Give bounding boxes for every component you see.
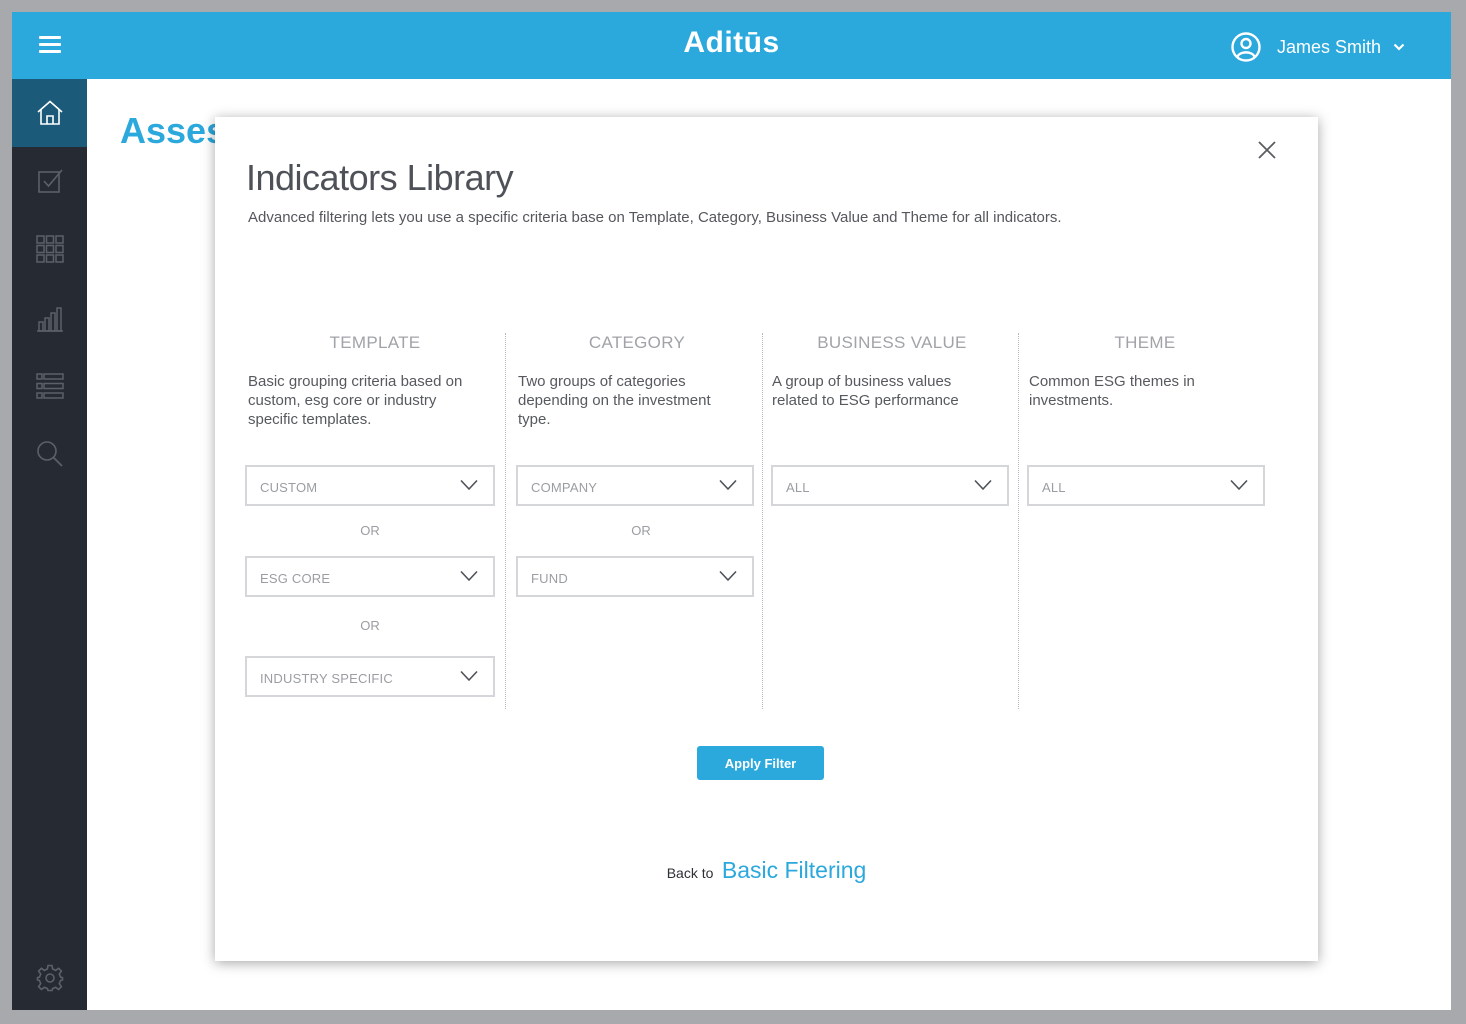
indicators-library-modal: Indicators Library Advanced filtering le… — [215, 117, 1318, 961]
modal-subtitle: Advanced filtering lets you use a specif… — [248, 209, 1062, 226]
sidebar-item-grid[interactable] — [12, 215, 87, 283]
or-label: OR — [631, 523, 651, 538]
basic-filtering-link[interactable]: Basic Filtering — [722, 857, 866, 883]
template-description: Basic grouping criteria based on custom,… — [248, 373, 463, 428]
sidebar — [12, 79, 87, 1010]
select-value: ESG CORE — [260, 571, 331, 586]
chevron-down-icon — [460, 479, 478, 491]
select-value: INDUSTRY SPECIFIC — [260, 671, 393, 686]
template-industry-specific-select[interactable]: INDUSTRY SPECIFIC — [245, 656, 495, 697]
sidebar-item-tasks[interactable] — [12, 147, 87, 215]
menu-icon[interactable] — [39, 36, 63, 56]
back-to-basic-filtering: Back to Basic Filtering — [215, 857, 1318, 884]
theme-select[interactable]: ALL — [1027, 465, 1265, 506]
category-column: CATEGORY Two groups of categories depend… — [506, 333, 768, 709]
template-heading: TEMPLATE — [329, 333, 421, 352]
chevron-down-icon — [460, 670, 478, 682]
select-value: ALL — [786, 480, 810, 495]
sidebar-item-home[interactable] — [12, 79, 87, 147]
theme-description: Common ESG themes in investments. — [1029, 373, 1195, 409]
theme-heading: THEME — [1114, 333, 1176, 352]
category-description: Two groups of categories depending on th… — [518, 373, 711, 428]
back-prefix: Back to — [666, 865, 714, 881]
business-value-column: BUSINESS VALUE A group of business value… — [763, 333, 1021, 709]
select-value: COMPANY — [531, 480, 598, 495]
business-value-select[interactable]: ALL — [771, 465, 1009, 506]
user-menu[interactable]: James Smith — [1231, 31, 1405, 63]
apply-filter-button[interactable]: Apply Filter — [697, 746, 824, 780]
list-icon — [35, 373, 64, 399]
chevron-down-icon — [1393, 43, 1405, 51]
category-company-select[interactable]: COMPANY — [516, 465, 754, 506]
business-value-description: A group of business values related to ES… — [772, 373, 959, 409]
user-name: James Smith — [1276, 36, 1381, 57]
sidebar-item-settings[interactable] — [12, 944, 87, 1010]
grid-icon — [35, 235, 64, 263]
or-label: OR — [360, 523, 380, 538]
chevron-down-icon — [1230, 479, 1248, 491]
user-avatar-icon — [1231, 32, 1261, 62]
select-value: ALL — [1042, 480, 1066, 495]
gear-icon — [36, 964, 63, 992]
template-column: TEMPLATE Basic grouping criteria based o… — [245, 333, 505, 709]
home-icon — [36, 100, 63, 125]
chevron-down-icon — [974, 479, 992, 491]
category-fund-select[interactable]: FUND — [516, 556, 754, 597]
modal-title: Indicators Library — [246, 157, 514, 198]
chevron-down-icon — [719, 479, 737, 491]
checkbox-icon — [37, 169, 63, 193]
close-icon[interactable] — [1256, 139, 1278, 161]
select-value: FUND — [531, 571, 568, 586]
sidebar-item-reports[interactable] — [12, 285, 87, 353]
chevron-down-icon — [719, 570, 737, 582]
or-label: OR — [360, 618, 380, 633]
business-value-heading: BUSINESS VALUE — [817, 333, 967, 352]
top-bar: Aditūs James Smith — [12, 12, 1451, 79]
select-value: CUSTOM — [260, 480, 318, 495]
chevron-down-icon — [460, 570, 478, 582]
theme-column: THEME Common ESG themes in investments. — [1019, 333, 1271, 709]
page-title: Asses — [120, 110, 227, 151]
bar-chart-icon — [36, 307, 63, 332]
category-heading: CATEGORY — [588, 333, 686, 352]
sidebar-item-list[interactable] — [12, 352, 87, 420]
template-custom-select[interactable]: CUSTOM — [245, 465, 495, 506]
app-window: Aditūs James Smith Asses Indicators Libr… — [12, 12, 1451, 1010]
search-icon — [36, 441, 63, 467]
sidebar-item-search[interactable] — [12, 420, 87, 488]
template-esg-core-select[interactable]: ESG CORE — [245, 556, 495, 597]
